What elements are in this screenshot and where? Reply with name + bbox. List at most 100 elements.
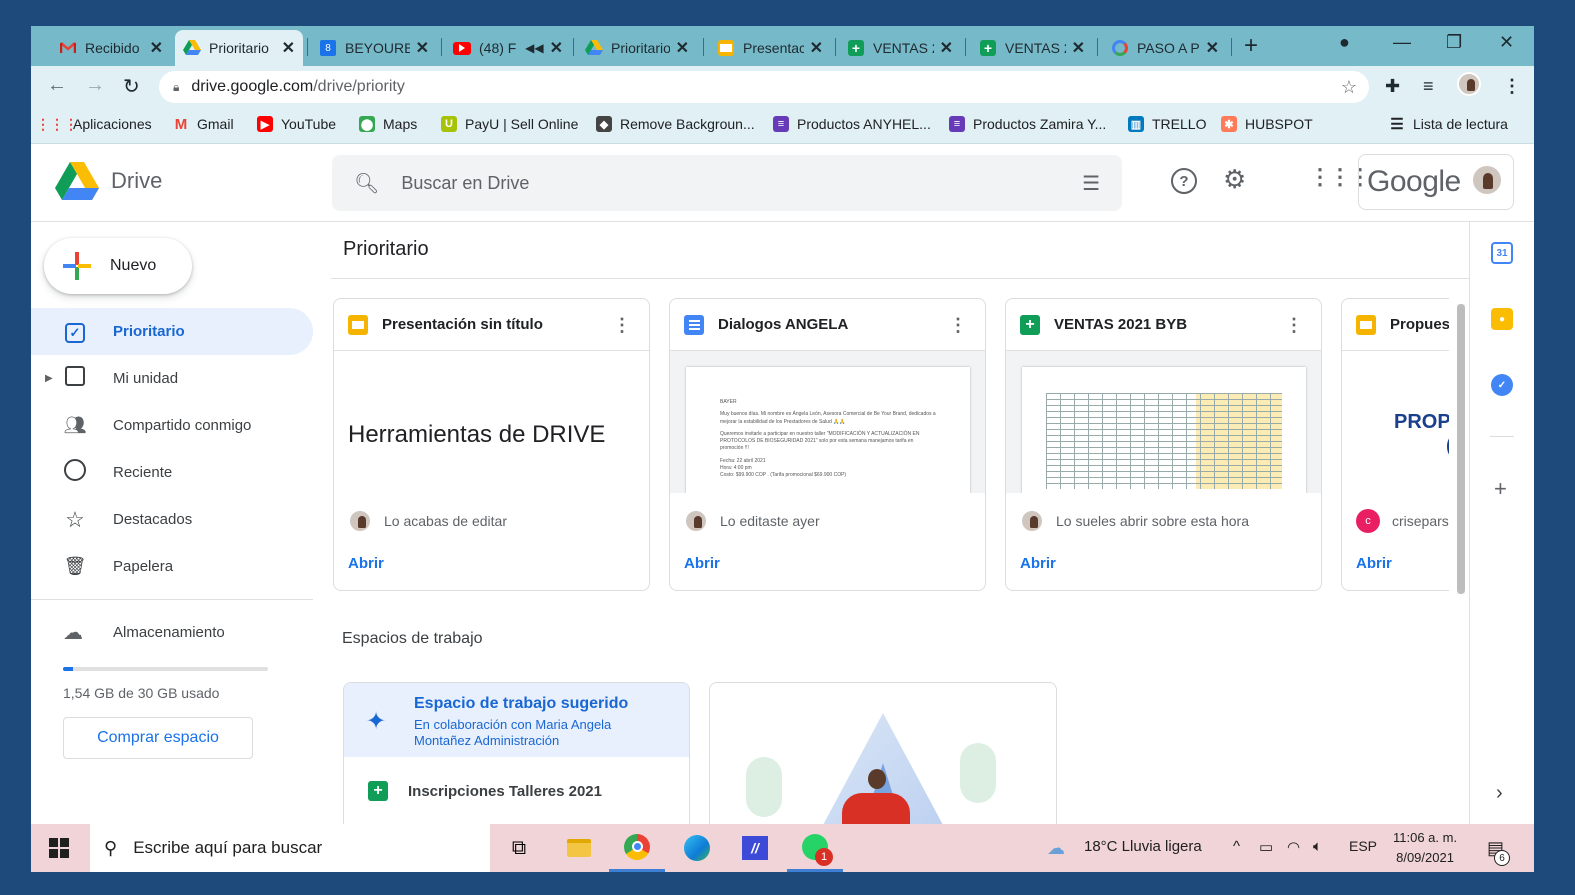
close-icon[interactable]: ✕ bbox=[550, 38, 563, 58]
close-icon[interactable]: ✕ bbox=[676, 38, 689, 58]
bookmark-remove-bg[interactable]: ◆ Remove Backgroun... bbox=[596, 116, 755, 132]
tab-ventas-2[interactable]: + VENTAS 2 ✕ bbox=[971, 30, 1093, 66]
speaker-icon[interactable]: ◀◀ bbox=[525, 41, 543, 55]
tab-ventas-1[interactable]: + VENTAS 2 ✕ bbox=[839, 30, 961, 66]
bookmark-productos-anyhel[interactable]: ≡ Productos ANYHEL... bbox=[773, 116, 931, 132]
sidebar-item-prioritario[interactable]: ✓ Prioritario bbox=[31, 308, 313, 355]
file-card[interactable]: Propuest PROP ( c crisepars Abrir bbox=[1341, 298, 1449, 591]
storage-link[interactable]: ☁︎ Almacenamiento bbox=[63, 620, 313, 645]
windows-start-icon[interactable] bbox=[49, 838, 69, 858]
close-icon[interactable]: ✕ bbox=[282, 38, 295, 58]
edge-icon[interactable] bbox=[669, 824, 725, 872]
more-vert-icon[interactable]: ⋮ bbox=[1503, 76, 1521, 97]
extensions-icon[interactable]: ✚ bbox=[1385, 76, 1400, 97]
close-icon[interactable]: ✕ bbox=[940, 38, 953, 58]
suggested-workspace-card[interactable]: ✦ Espacio de trabajo sugerido En colabor… bbox=[343, 682, 690, 832]
help-icon[interactable]: ? bbox=[1171, 168, 1197, 194]
drive-logo[interactable]: Drive bbox=[55, 162, 162, 200]
chevron-up-icon[interactable]: ^ bbox=[1233, 838, 1240, 855]
language-indicator[interactable]: ESP bbox=[1349, 838, 1377, 854]
media-queue-icon[interactable]: ≡ bbox=[1423, 76, 1434, 97]
docs-icon bbox=[684, 314, 704, 335]
forward-arrow-icon[interactable]: → bbox=[85, 74, 105, 97]
list-icon: ≡ bbox=[949, 116, 965, 132]
tab-drive-prioritario-2[interactable]: Prioritario ✕ bbox=[577, 30, 697, 66]
add-addon-icon[interactable]: + bbox=[1494, 476, 1507, 502]
close-window-icon[interactable]: ✕ bbox=[1499, 32, 1514, 53]
tab-drive-prioritario[interactable]: Prioritario ✕ bbox=[175, 30, 303, 66]
preview-line: Queremos invitarle a participar en nuest… bbox=[720, 430, 920, 452]
wifi-icon[interactable]: ◠ bbox=[1287, 838, 1300, 856]
workspace-file[interactable]: + Inscripciones Talleres 2021 bbox=[368, 781, 602, 801]
taskbar-clock[interactable]: 11:06 a. m. 8/09/2021 bbox=[1393, 828, 1457, 868]
reading-list-button[interactable]: ☰ Lista de lectura bbox=[1389, 116, 1508, 133]
search-input[interactable]: 🔍︎ Buscar en Drive ☰ bbox=[332, 155, 1122, 211]
more-vert-icon[interactable]: ⋮ bbox=[613, 315, 631, 336]
file-explorer-icon[interactable] bbox=[551, 824, 607, 872]
sidebar-item-mi-unidad[interactable]: ▶ Mi unidad bbox=[31, 355, 313, 402]
scrollbar-thumb[interactable] bbox=[1457, 304, 1465, 594]
bookmark-youtube[interactable]: ▶ YouTube bbox=[257, 116, 336, 132]
restore-icon[interactable]: ❐ bbox=[1446, 32, 1462, 53]
tab-youtube[interactable]: (48) F ◀◀ ✕ bbox=[445, 30, 571, 66]
chrome-icon[interactable] bbox=[609, 824, 665, 872]
close-icon[interactable]: ✕ bbox=[1072, 38, 1085, 58]
bookmark-productos-zamira[interactable]: ≡ Productos Zamira Y... bbox=[949, 116, 1106, 132]
bookmark-gmail[interactable]: M Gmail bbox=[173, 116, 234, 133]
taskbar-search-input[interactable]: ⚲ Escribe aquí para buscar bbox=[90, 824, 490, 872]
file-card[interactable]: + VENTAS 2021 BYB ⋮ Lo sueles abrir sobr… bbox=[1005, 298, 1322, 591]
tasks-icon[interactable]: ✓ bbox=[1491, 374, 1513, 396]
tab-gmail[interactable]: Recibido ✕ bbox=[51, 30, 171, 66]
more-vert-icon[interactable]: ⋮ bbox=[949, 315, 967, 336]
close-icon[interactable]: ✕ bbox=[416, 38, 429, 58]
battery-icon[interactable]: ▭ bbox=[1259, 838, 1273, 856]
close-icon[interactable]: ✕ bbox=[150, 38, 163, 58]
search-options-icon[interactable]: ☰ bbox=[1082, 171, 1100, 196]
file-card[interactable]: Dialogos ANGELA ⋮ BAYER Muy buenos días.… bbox=[669, 298, 986, 591]
calendar-icon[interactable]: 31 bbox=[1491, 242, 1513, 264]
new-button[interactable]: Nuevo bbox=[44, 238, 192, 294]
tab-beyourb[interactable]: 8 BEYOURB ✕ bbox=[311, 30, 437, 66]
sidebar-item-destacados[interactable]: ☆ Destacados bbox=[31, 496, 313, 543]
tab-search-icon[interactable]: ● bbox=[1339, 32, 1350, 53]
bookmark-apps[interactable]: ⋮⋮⋮ Aplicaciones bbox=[36, 116, 152, 133]
close-icon[interactable]: ✕ bbox=[1206, 38, 1219, 58]
more-vert-icon[interactable]: ⋮ bbox=[1285, 315, 1303, 336]
reload-icon[interactable]: ↻ bbox=[123, 74, 140, 99]
sidebar-item-label: Reciente bbox=[113, 464, 173, 481]
weather-text[interactable]: 18°C Lluvia ligera bbox=[1084, 838, 1202, 855]
open-link[interactable]: Abrir bbox=[1020, 555, 1056, 572]
volume-icon[interactable]: 🔈︎ bbox=[1313, 838, 1322, 855]
monday-app-icon[interactable]: // bbox=[727, 824, 783, 872]
open-link[interactable]: Abrir bbox=[684, 555, 720, 572]
chevron-right-icon[interactable]: › bbox=[1496, 782, 1503, 805]
whatsapp-icon[interactable]: 1 bbox=[787, 824, 843, 872]
task-view-icon[interactable]: ⧉ bbox=[491, 824, 547, 872]
back-arrow-icon[interactable]: ← bbox=[47, 74, 67, 97]
sidebar-item-reciente[interactable]: Reciente bbox=[31, 449, 313, 496]
file-card[interactable]: Presentación sin título ⋮ Herramientas d… bbox=[333, 298, 650, 591]
keep-icon[interactable]: ● bbox=[1491, 308, 1513, 330]
buy-storage-button[interactable]: Comprar espacio bbox=[63, 717, 253, 759]
bookmark-maps[interactable]: ⬤ Maps bbox=[359, 116, 417, 132]
bookmark-hubspot[interactable]: ✱ HUBSPOT bbox=[1221, 116, 1313, 132]
sidebar-item-papelera[interactable]: 🗑︎ Papelera bbox=[31, 543, 313, 590]
google-account-button[interactable]: Google bbox=[1358, 154, 1514, 210]
open-link[interactable]: Abrir bbox=[348, 555, 384, 572]
close-icon[interactable]: ✕ bbox=[810, 38, 823, 58]
activity-text: Lo acabas de editar bbox=[384, 513, 507, 529]
profile-avatar[interactable] bbox=[1457, 72, 1481, 101]
bookmark-star-icon[interactable]: ☆ bbox=[1341, 77, 1357, 98]
address-bar[interactable]: 🔒︎ drive.google.com/drive/priority ☆ bbox=[159, 71, 1369, 103]
settings-gear-icon[interactable]: ⚙ bbox=[1223, 164, 1246, 195]
sidebar-item-compartido[interactable]: 👥︎ Compartido conmigo bbox=[31, 402, 313, 449]
minimize-icon[interactable]: — bbox=[1393, 32, 1411, 53]
new-tab-button[interactable]: + bbox=[1244, 32, 1258, 60]
expand-caret-icon[interactable]: ▶ bbox=[45, 373, 53, 384]
tab-presentacion[interactable]: Presentación ✕ bbox=[709, 30, 831, 66]
open-link[interactable]: Abrir bbox=[1356, 555, 1392, 572]
cards-scrollbar[interactable] bbox=[1457, 304, 1465, 594]
bookmark-payu[interactable]: U PayU | Sell Online bbox=[441, 116, 578, 132]
bookmark-trello[interactable]: ▥ TRELLO bbox=[1128, 116, 1206, 132]
tab-paso[interactable]: PASO A P ✕ bbox=[1103, 30, 1227, 66]
